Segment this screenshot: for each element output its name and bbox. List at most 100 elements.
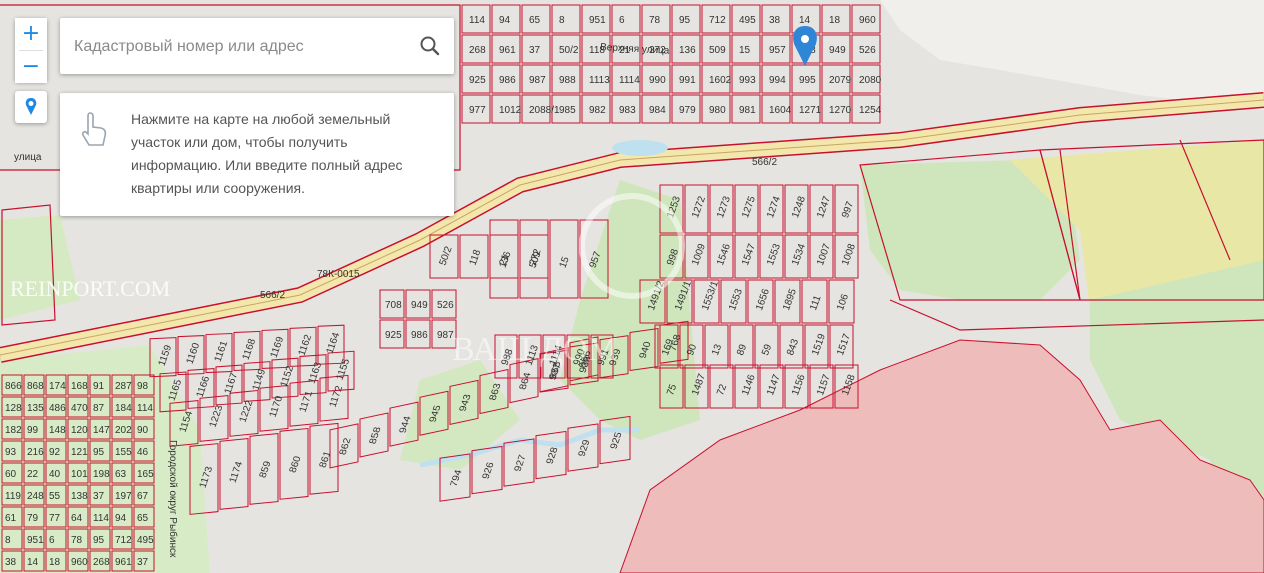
parcel-label: 182 [5, 425, 22, 436]
parcel-label: 65 [137, 513, 149, 524]
parcel-label: 1113 [589, 75, 610, 86]
parcel-label: 268 [469, 45, 486, 56]
search-icon[interactable] [416, 32, 444, 60]
parcel-label: 981 [739, 105, 756, 116]
parcel-label: 495 [137, 535, 154, 546]
parcel-label: 925 [385, 330, 402, 341]
parcel-label: 1271 [799, 105, 822, 116]
parcel-label: 984 [649, 105, 666, 116]
parcel-label: 951 [27, 535, 44, 546]
parcel-label: 712 [115, 535, 132, 546]
parcel-label: 470 [71, 403, 88, 414]
parcel-label: 87 [93, 403, 105, 414]
parcel-label: 986 [411, 330, 428, 341]
parcel-label: 216 [27, 447, 44, 458]
parcel-label: 114 [469, 15, 485, 26]
parcel-label: 37 [93, 491, 105, 502]
parcel-label: 155 [115, 447, 132, 458]
parcel-label: 165 [137, 469, 154, 480]
parcel-label: 77 [49, 513, 61, 524]
parcel-label: 1602 [709, 75, 732, 86]
parcel-label: 949 [829, 45, 846, 56]
parcel-label: 184 [115, 403, 132, 414]
parcel-label: 1270 [829, 105, 852, 116]
parcel-label: 1012 [499, 105, 522, 116]
parcel-label: 526 [859, 45, 876, 56]
zoom-in-button[interactable]: + [15, 18, 47, 50]
parcel-label: 78 [649, 15, 661, 26]
road-label-2: 566/2 [260, 290, 285, 301]
parcel-label: 1254 [859, 105, 882, 116]
parcel-label: 951 [589, 15, 606, 26]
parcel-label: 8 [559, 15, 565, 26]
zoom-controls: + − [15, 18, 47, 83]
parcel-label: 977 [469, 105, 486, 116]
parcel-label: 287 [115, 381, 132, 392]
parcel-label: 55 [49, 491, 61, 502]
map-canvas[interactable]: 114 94 65 8 951 6 78 95 712 495 38 14 18 960 268 961 37 5… [0, 0, 1264, 573]
parcel-label: 708 [385, 300, 402, 311]
parcel-label: 957 [769, 45, 786, 56]
parcel-label: 119 [5, 491, 21, 502]
parcel-label: 60 [5, 469, 17, 480]
parcel-label: 78 [71, 535, 83, 546]
parcel-label: 925 [469, 75, 486, 86]
cadastral-map[interactable]: 114 94 65 8 951 6 78 95 712 495 38 14 18 960 268 961 37 5… [0, 0, 1264, 573]
parcel-label: 98 [137, 381, 149, 392]
parcel-label: 2088/1 [529, 105, 560, 116]
parcel-label: 93 [5, 447, 17, 458]
parcel-label: 121 [71, 447, 88, 458]
parcel-label: 63 [115, 469, 127, 480]
parcel-label: 91 [93, 381, 105, 392]
road-label-3: 78К-0015 [317, 269, 360, 280]
parcel-label: 2080 [859, 75, 882, 86]
pointer-hand-icon [81, 112, 107, 146]
parcel-label: 495 [739, 15, 756, 26]
parcel-label: 64 [71, 513, 83, 524]
parcel-label: 6 [49, 535, 55, 546]
parcel-label: 14 [799, 15, 811, 26]
parcel-label: 94 [115, 513, 127, 524]
search-box [60, 18, 454, 74]
parcel-label: 114 [93, 513, 109, 524]
search-input[interactable] [72, 32, 406, 62]
road-label-1: 566/2 [752, 157, 777, 168]
parcel-label: 14 [27, 557, 39, 568]
watermark-reinport: REINPORT.COM [10, 276, 170, 301]
parcel-label: 980 [709, 105, 726, 116]
my-location-button[interactable] [15, 91, 47, 123]
parcel-label: 136 [679, 45, 696, 56]
parcel-label: 990 [649, 75, 666, 86]
parcel-label: 198 [93, 469, 110, 480]
parcel-label: 982 [589, 105, 606, 116]
parcel-label: 128 [5, 403, 22, 414]
parcel-label: 114 [137, 403, 153, 414]
parcel-label: 1114 [619, 75, 640, 86]
parcel-label: 526 [437, 300, 454, 311]
zoom-out-button[interactable]: − [15, 51, 47, 83]
parcel-label: 712 [709, 15, 726, 26]
parcel-label: 18 [49, 557, 61, 568]
parcel-label: 202 [115, 425, 132, 436]
parcel-label: 90 [137, 425, 149, 436]
parcel-label: 15 [739, 45, 751, 56]
parcel-label: 866 [5, 381, 22, 392]
parcel-label: 37 [529, 45, 541, 56]
parcel-label: 2079 [829, 75, 852, 86]
parcel-label: 67 [137, 491, 149, 502]
parcel-label: 174 [49, 381, 66, 392]
parcel-label: 95 [93, 535, 105, 546]
parcel-label: 991 [679, 75, 696, 86]
parcel-label: 38 [769, 15, 781, 26]
parcel-label: 37 [137, 557, 149, 568]
parcel-label: 40 [49, 469, 61, 480]
watermark-center: ВАШ ДОМ [452, 331, 618, 368]
parcel-label: 983 [619, 105, 636, 116]
parcel-label: 961 [499, 45, 516, 56]
pond [612, 140, 668, 156]
parcel-label: 148 [49, 425, 66, 436]
parcel-label: 120 [71, 425, 88, 436]
parcel-label: 960 [71, 557, 88, 568]
parcel-label: 79 [27, 513, 39, 524]
parcel-label: 6 [619, 15, 625, 26]
